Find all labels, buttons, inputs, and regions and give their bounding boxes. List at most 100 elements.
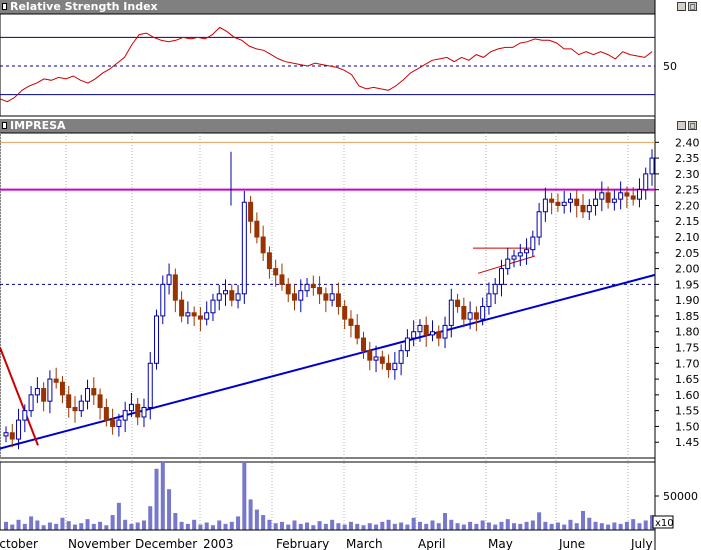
volume-bar bbox=[91, 523, 96, 530]
volume-bar bbox=[486, 522, 491, 530]
candle-body bbox=[511, 255, 517, 260]
volume-bar bbox=[555, 522, 560, 530]
candle-body bbox=[429, 331, 435, 336]
volume-bar bbox=[468, 521, 473, 530]
price-tick-label: 1.45 bbox=[675, 436, 700, 449]
candle-body bbox=[367, 350, 373, 361]
volume-bar bbox=[568, 519, 573, 530]
month-label: 2003 bbox=[203, 537, 234, 550]
rsi-tick-label: 50 bbox=[663, 60, 677, 73]
volume-bar bbox=[10, 524, 15, 530]
volume-bar bbox=[374, 524, 379, 530]
candle-body bbox=[128, 403, 134, 412]
price-tick-label: 2.20 bbox=[675, 199, 700, 212]
volume-bar bbox=[606, 524, 611, 530]
candle-body bbox=[624, 192, 630, 197]
candle-body bbox=[235, 293, 241, 301]
month-label: July bbox=[630, 537, 653, 550]
volume-bar bbox=[192, 519, 197, 530]
volume-bar bbox=[261, 515, 266, 530]
volume-bar bbox=[148, 506, 153, 530]
candle-body bbox=[398, 350, 404, 364]
candle-body bbox=[486, 293, 492, 307]
volume-bar bbox=[581, 510, 586, 530]
trendline-rising-support bbox=[0, 273, 656, 450]
candle-body bbox=[241, 201, 247, 295]
candle-body bbox=[593, 198, 599, 206]
candle-body bbox=[179, 299, 185, 317]
price-tick-label: 2.05 bbox=[675, 247, 700, 260]
candle-body bbox=[442, 324, 448, 339]
candle-body bbox=[310, 283, 316, 289]
volume-bar bbox=[624, 521, 629, 530]
volume-bar bbox=[417, 521, 422, 530]
candle-body bbox=[160, 283, 166, 317]
volume-bar bbox=[116, 502, 121, 530]
rsi-line bbox=[0, 26, 653, 103]
candle-body bbox=[191, 312, 197, 317]
volume-bar bbox=[618, 523, 623, 530]
volume-bar bbox=[22, 523, 27, 530]
volume-bar bbox=[399, 522, 404, 530]
volume-bar bbox=[110, 515, 115, 530]
volume-bar bbox=[612, 522, 617, 530]
candle-body bbox=[16, 419, 22, 440]
month-label: June bbox=[558, 537, 585, 550]
candle-body bbox=[480, 305, 486, 320]
volume-bar bbox=[411, 517, 416, 530]
candle-body bbox=[373, 356, 379, 361]
candle-body bbox=[22, 410, 28, 421]
volume-bar bbox=[173, 513, 178, 530]
candle-body bbox=[643, 173, 649, 191]
volume-bar bbox=[141, 520, 146, 530]
candle-body bbox=[34, 388, 40, 396]
volume-bar bbox=[455, 523, 460, 530]
candle-body bbox=[492, 283, 498, 295]
candle-body bbox=[354, 324, 360, 339]
candle-body bbox=[254, 220, 260, 238]
price-tick-label: 1.95 bbox=[675, 278, 700, 291]
volume-bar bbox=[461, 524, 466, 530]
candle-body bbox=[335, 293, 341, 307]
candle-body bbox=[103, 406, 109, 421]
volume-bar bbox=[298, 523, 303, 530]
candle-body bbox=[172, 274, 178, 301]
candle-body bbox=[636, 189, 642, 200]
volume-bar bbox=[267, 519, 272, 530]
candle-body bbox=[605, 192, 611, 203]
volume-bar bbox=[98, 521, 103, 530]
candle-body bbox=[147, 362, 153, 408]
candle-body bbox=[618, 192, 624, 200]
price-tick-label: 2.35 bbox=[675, 152, 700, 165]
volume-bar bbox=[430, 520, 435, 530]
price-tick-label: 2.40 bbox=[675, 136, 700, 149]
volume-bar bbox=[273, 523, 278, 530]
volume-bar bbox=[29, 516, 34, 530]
volume-scale-label: x10 bbox=[655, 518, 674, 529]
candle-body bbox=[323, 293, 329, 301]
volume-bar bbox=[204, 522, 209, 530]
volume-bar bbox=[41, 525, 46, 530]
volume-bar bbox=[236, 516, 241, 530]
price-tick-label: 2.10 bbox=[675, 231, 700, 244]
volume-bar bbox=[167, 489, 172, 530]
candle-body bbox=[135, 403, 141, 418]
candle-body bbox=[248, 201, 254, 222]
candle-body bbox=[417, 324, 423, 333]
volume-bar bbox=[499, 521, 504, 530]
candle-body bbox=[292, 293, 298, 301]
volume-bar bbox=[480, 520, 485, 530]
month-label: April bbox=[418, 537, 445, 550]
volume-bar bbox=[66, 521, 71, 530]
candle-body bbox=[304, 283, 310, 292]
volume-bar bbox=[361, 525, 366, 530]
month-label: March bbox=[346, 537, 383, 550]
candle-body bbox=[461, 305, 467, 320]
volume-bar bbox=[436, 523, 441, 530]
volume-bar bbox=[405, 524, 410, 530]
volume-bar bbox=[229, 521, 234, 530]
month-label: May bbox=[488, 537, 513, 550]
volume-bar bbox=[254, 509, 259, 530]
candle-body bbox=[517, 252, 523, 257]
candle-body bbox=[555, 201, 561, 206]
